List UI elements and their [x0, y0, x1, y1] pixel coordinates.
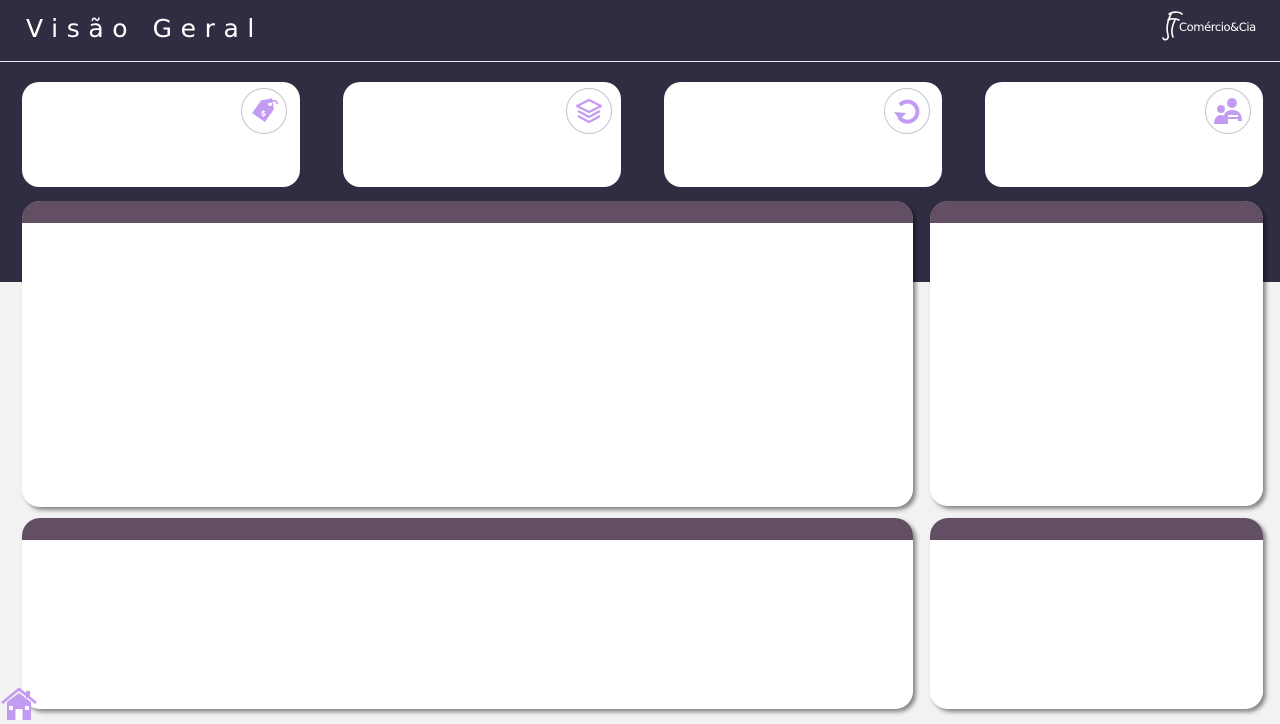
- page-title: Visão Geral: [26, 14, 263, 43]
- main-chart-panel-header: [22, 201, 913, 223]
- bottom-chart-panel: [22, 518, 913, 709]
- layers-icon: [566, 88, 612, 134]
- main-chart-panel-body: [22, 223, 913, 507]
- side-chart-panel-header: [930, 201, 1263, 223]
- side-chart-panel-body: [930, 223, 1263, 506]
- bottom-chart-panel-body: [22, 540, 913, 709]
- bottom-side-panel-header: [930, 518, 1263, 540]
- brand-logo: Comércio&Cia: [1160, 10, 1256, 44]
- bottom-side-panel-body: [930, 540, 1263, 709]
- bottom-chart-panel-header: [22, 518, 913, 540]
- kpi-card-sales: $: [22, 82, 300, 187]
- home-button[interactable]: [0, 686, 38, 720]
- main-chart-panel: [22, 201, 913, 507]
- brand-logo-text: Comércio&Cia: [1179, 20, 1256, 34]
- bottom-side-panel: [930, 518, 1263, 709]
- side-chart-panel: [930, 201, 1263, 506]
- user-group-icon: [1205, 88, 1251, 134]
- svg-text:$: $: [261, 109, 267, 118]
- kpi-card-customers: [985, 82, 1263, 187]
- price-tag-icon: $: [241, 88, 287, 134]
- refresh-icon: [884, 88, 930, 134]
- home-icon: [1, 687, 37, 720]
- header-divider: [0, 61, 1280, 62]
- kpi-card-returns: [664, 82, 942, 187]
- kpi-card-stock: [343, 82, 621, 187]
